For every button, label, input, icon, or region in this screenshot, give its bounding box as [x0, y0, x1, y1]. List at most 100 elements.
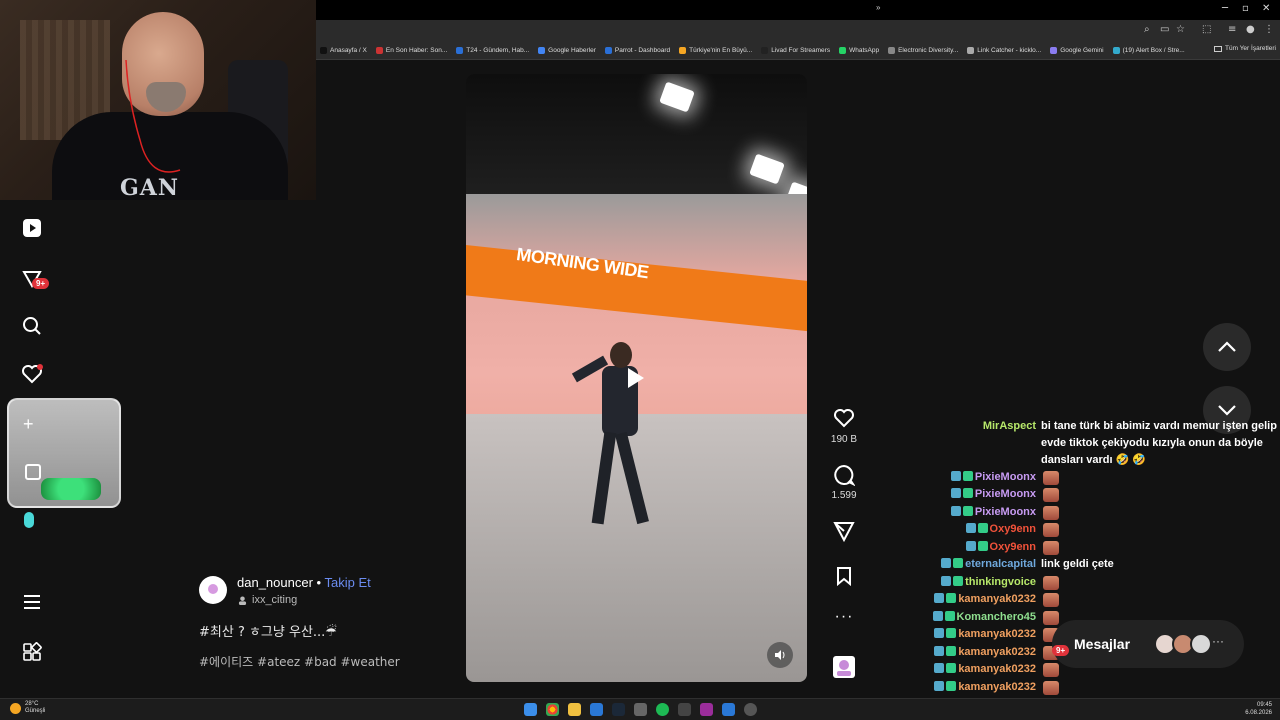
- messages-label: Mesajlar: [1074, 636, 1131, 652]
- share-button[interactable]: [831, 520, 857, 547]
- post-username[interactable]: dan_nouncer: [237, 575, 313, 590]
- file-explorer-icon[interactable]: [568, 703, 581, 716]
- chat-username[interactable]: thinkingvoice: [941, 575, 1036, 588]
- chat-username[interactable]: kamanyak0232: [934, 645, 1036, 658]
- zoom-icon[interactable]: ⌕: [1144, 24, 1150, 35]
- chat-username[interactable]: kamanyak0232: [934, 663, 1036, 675]
- creator-avatar[interactable]: [833, 656, 855, 678]
- chat-username[interactable]: PixieMoonx: [950, 505, 1036, 518]
- chat-badge-icon: [950, 505, 961, 516]
- minimize-button[interactable]: ─: [1222, 3, 1228, 14]
- sun-icon: [10, 702, 21, 714]
- heart-icon[interactable]: [20, 362, 44, 386]
- chat-badge-icon: [965, 523, 976, 533]
- chat-username[interactable]: PixieMoonx: [950, 470, 1036, 483]
- post-avatar[interactable]: [199, 576, 227, 604]
- chat-username[interactable]: kamanyak0232: [934, 593, 1036, 605]
- follow-button[interactable]: Takip Et: [324, 575, 370, 590]
- chat-message-text: bi tane türk bi abimiz vardı memur işten…: [1041, 420, 1277, 432]
- post-hashtags[interactable]: #에이티즈 #ateez #bad #weather: [199, 653, 400, 670]
- save-button[interactable]: [831, 566, 857, 591]
- chat-username[interactable]: kamanyak0232: [934, 628, 1036, 640]
- close-button[interactable]: ✕: [1262, 3, 1270, 14]
- home-icon[interactable]: [20, 216, 44, 240]
- maximize-button[interactable]: ▫: [1242, 3, 1249, 14]
- chat-badge-icon: [946, 628, 957, 638]
- volume-button[interactable]: [767, 642, 793, 668]
- bookmark-star-icon[interactable]: ☆: [1176, 24, 1185, 35]
- chat-username[interactable]: Komanchero45: [932, 610, 1036, 623]
- menu-hamburger-icon[interactable]: [20, 590, 44, 614]
- bookmark-item[interactable]: Electronic Diversity...: [888, 47, 958, 54]
- steam-icon[interactable]: [612, 703, 625, 716]
- post-sound[interactable]: ixx_citing: [238, 594, 297, 606]
- chat-username[interactable]: PixieMoonx: [950, 488, 1036, 500]
- chat-message: [1041, 488, 1059, 502]
- chat-username-label: eternalcapital: [965, 558, 1036, 570]
- profile-icon[interactable]: ●: [1246, 24, 1255, 35]
- chat-username[interactable]: MirAspect: [983, 420, 1036, 432]
- app-icon[interactable]: [722, 703, 735, 716]
- chart-icon[interactable]: [25, 464, 41, 480]
- system-tray-clock[interactable]: 09:45 6.08.2026: [1245, 701, 1272, 717]
- bookmark-item[interactable]: Livad For Streamers: [761, 47, 830, 54]
- bookmark-item[interactable]: Parrot - Dashboard: [604, 47, 670, 54]
- chat-username-label: kamanyak0232: [958, 628, 1036, 640]
- chat-username-label: kamanyak0232: [958, 680, 1036, 693]
- chat-username-label: PixieMoonx: [974, 470, 1036, 483]
- chat-username[interactable]: eternalcapital: [941, 558, 1036, 570]
- plus-icon[interactable]: +: [23, 414, 34, 435]
- bookmark-item[interactable]: WhatsApp: [839, 47, 879, 54]
- bookmarks-bar: Anasayfa / X En Son Haber: Son... T24 - Gü…: [316, 42, 1280, 60]
- play-icon[interactable]: [628, 368, 644, 388]
- clock-date: 6.08.2026: [1245, 710, 1272, 716]
- spotify-icon[interactable]: [656, 703, 669, 716]
- chat-badge-icon: [953, 558, 964, 568]
- app-icon[interactable]: [634, 703, 647, 716]
- chat-message: [1041, 680, 1059, 695]
- bookmark-favicon-icon: [320, 47, 327, 54]
- bookmark-item[interactable]: T24 - Gündem, Hab...: [456, 47, 529, 54]
- chat-username-label: Komanchero45: [956, 610, 1036, 623]
- media-icon[interactable]: ≡: [1228, 24, 1236, 35]
- weather-widget[interactable]: 28°C Güneşli: [10, 701, 45, 715]
- search-icon[interactable]: [20, 314, 44, 338]
- bookmark-item[interactable]: Link Catcher - kicklo...: [967, 47, 1041, 54]
- chat-username[interactable]: Oxy9enn: [965, 540, 1036, 553]
- menu-icon[interactable]: ⋮: [1264, 24, 1274, 35]
- chat-username[interactable]: Oxy9enn: [965, 523, 1036, 535]
- extensions-icon[interactable]: ⬚: [1202, 24, 1211, 35]
- app-icon[interactable]: [700, 703, 713, 716]
- app-icon[interactable]: [678, 703, 691, 716]
- share-icon: [833, 522, 855, 543]
- bookmark-item[interactable]: Anasayfa / X: [320, 47, 367, 54]
- apps-grid-icon[interactable]: [20, 640, 44, 664]
- chat-username[interactable]: kamanyak0232: [934, 680, 1036, 693]
- previous-video-button[interactable]: [1203, 323, 1251, 371]
- bookmark-item[interactable]: En Son Haber: Son...: [375, 47, 447, 54]
- windows-start-icon[interactable]: [524, 703, 537, 716]
- obs-icon[interactable]: [744, 703, 757, 716]
- all-bookmarks-folder[interactable]: Tüm Yer İşaretleri: [1214, 45, 1276, 52]
- chat-username-label: thinkingvoice: [965, 575, 1036, 588]
- cup-emotes: [41, 478, 101, 500]
- bookmark-favicon-icon: [375, 47, 383, 54]
- bookmark-item[interactable]: (19) Alert Box / Stre...: [1112, 47, 1185, 54]
- app-icon[interactable]: [590, 703, 603, 716]
- chrome-icon[interactable]: [546, 703, 559, 716]
- browser-titlebar: ─ ▫ ✕: [316, 0, 1280, 20]
- messages-more-button[interactable]: ···: [1212, 634, 1224, 648]
- bookmark-item[interactable]: Google Gemini: [1050, 47, 1104, 54]
- cast-icon[interactable]: ▭: [1160, 24, 1169, 35]
- chat-badge-icon: [962, 488, 973, 498]
- video-player[interactable]: MORNING WIDE: [466, 74, 807, 682]
- bookmark-item[interactable]: Türkiye'nin En Büyü...: [679, 47, 752, 54]
- messages-panel[interactable]: Mesajlar ···: [1052, 620, 1244, 668]
- bookmarks-more-button[interactable]: »: [876, 3, 880, 12]
- bookmark-label: Link Catcher - kicklo...: [977, 47, 1042, 54]
- more-options-button[interactable]: ···: [831, 608, 857, 626]
- like-button[interactable]: [831, 408, 857, 433]
- bookmark-item[interactable]: Google Haberler: [538, 47, 596, 54]
- chat-badge-icon: [932, 610, 943, 621]
- comment-button[interactable]: [831, 464, 857, 491]
